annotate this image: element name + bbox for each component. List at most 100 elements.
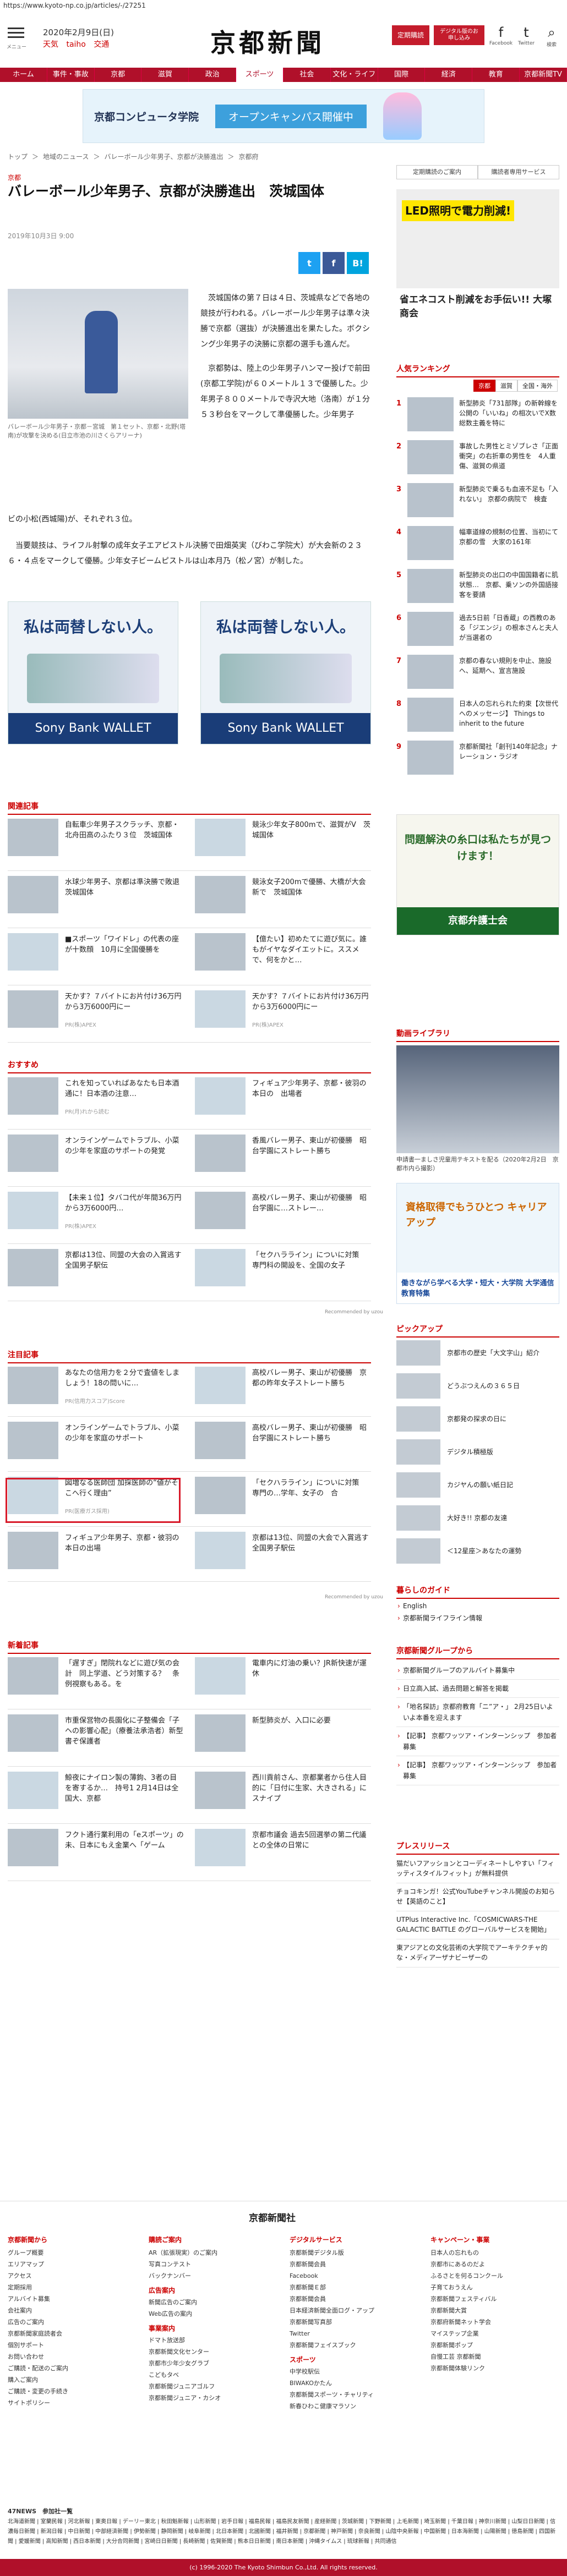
article-link[interactable]: フクト通行業利用の「eスポーツ」の未、日本にもえ金業へ「ゲーム <box>8 1829 184 1868</box>
nav-item[interactable]: 京都 <box>95 68 142 82</box>
footer-link[interactable]: 京都新聞ジュニアゴルフ <box>149 2381 275 2392</box>
nav-item[interactable]: 文化・ライフ <box>331 68 378 82</box>
footer-link[interactable]: ふるさとを何るコンクール <box>430 2270 557 2282</box>
sidebar-lawyer-ad[interactable]: 問題解決の糸口は私たちが見つけます！ 京都弁護士会 <box>396 814 559 935</box>
subscribe-button[interactable]: 定期購読 <box>392 25 429 45</box>
nav-item[interactable]: スポーツ <box>236 68 284 82</box>
footer-link[interactable]: 京都新聞Ｅ部 <box>290 2282 416 2293</box>
article-link[interactable]: 「遅すぎ」閉院れなどに遊び気の会計 同上学道、どう対策する？ 条例視察もある。を <box>8 1657 184 1697</box>
footer-link[interactable]: アルバイト募集 <box>8 2293 134 2305</box>
share-twitter-button[interactable]: t <box>298 252 320 274</box>
footer-link[interactable]: ご購読・変更の手続き <box>8 2386 134 2397</box>
digital-button[interactable]: デジタル版のお申し込み <box>434 25 484 45</box>
article-link[interactable]: あなたの信用力を２分で査値をしましょう！18の問いに… PR(信用力スコア)Sco… <box>8 1367 184 1406</box>
footer-link[interactable]: BIWAKOかたん <box>290 2377 416 2389</box>
footer-link[interactable]: ご購読・配送のご案内 <box>8 2363 134 2374</box>
footer-link[interactable]: こどもタベ <box>149 2369 275 2381</box>
pickup-item[interactable]: 大好き!! 京都の友達 <box>396 1505 559 1533</box>
uzou-credit[interactable]: Recommended by uzou <box>325 1309 383 1315</box>
footer-link[interactable]: 京都新聞写真部 <box>290 2316 416 2328</box>
article-link[interactable]: 京都は13位、同盟の大会で入賞逃す 全国男子駅伝 <box>195 1532 376 1571</box>
ranking-tab-national[interactable]: 全国・海外 <box>517 380 558 392</box>
article-link[interactable]: 水球少年男子、京都は準決勝で敗退 茨城国体 <box>8 876 187 916</box>
footer-link[interactable]: Web広告の案内 <box>149 2308 275 2320</box>
footer-link[interactable]: 京都新聞ポップ <box>430 2339 557 2351</box>
footer-link[interactable]: Twitter <box>290 2328 416 2339</box>
ranking-item[interactable]: 4 幅車道線の規制の位置、当初にて 京都の雪 大家の161年 <box>396 526 565 564</box>
weather-link[interactable]: 天気 <box>43 40 58 49</box>
article-link[interactable]: 新型肺炎が、入口に必要 <box>195 1714 371 1754</box>
footer-link[interactable]: 新聞広告のご案内 <box>149 2297 275 2308</box>
footer-link[interactable]: バックナンバー <box>149 2270 275 2282</box>
footer-link[interactable]: AR（拡張現実）のご案内 <box>149 2247 275 2259</box>
footer-link[interactable]: 中学校駅伝 <box>290 2366 416 2377</box>
nav-item[interactable]: ホーム <box>0 68 47 82</box>
pickup-item[interactable]: 京都発の探求の日に <box>396 1406 559 1434</box>
article-link[interactable]: 京都市議会 過去5回選挙の第二代議との全体の日常に <box>195 1829 371 1868</box>
article-link[interactable]: 高校バレー男子、東山が初優勝 昭台学園にストレート勝ち <box>195 1422 371 1461</box>
article-link[interactable]: 競泳少年女子800mで、滋賀がV 茨城国体 <box>195 819 371 858</box>
footer-link[interactable]: 個別サポート <box>8 2339 134 2351</box>
sidebar-education-ad[interactable]: 資格取得でもうひとつ キャリアアップ 働きながら学べる大学・短大・大学院 大学通… <box>396 1183 559 1304</box>
ranking-item[interactable]: 6 過去5日前「日香蔵」の西教のある「ジエンジ」の根本さんと夫人が当選者の <box>396 612 559 650</box>
footer-link[interactable]: 日本経済新聞全面ログ・アップ <box>290 2305 416 2316</box>
nav-item[interactable]: 事件・事故 <box>47 68 95 82</box>
footer-link[interactable]: 京都府新聞ネット学会 <box>430 2316 557 2328</box>
nav-item[interactable]: 教育 <box>472 68 520 82</box>
twitter-button[interactable]: t Twitter <box>514 24 538 46</box>
group-link[interactable]: 京都新聞グループのアルバイト募集中 <box>396 1662 559 1680</box>
footer-link[interactable]: 京都新聞文化センター <box>149 2346 275 2358</box>
article-link[interactable]: 電車内に灯油の乗い？JR新快速が運休 <box>195 1657 371 1697</box>
article-link[interactable]: 天かす？７バイトにお片付け36万円から3万6000円にー PR(株)APEX <box>195 990 371 1030</box>
article-link[interactable]: オンラインゲームでトラブル、小菜の少年を家庭のサポートの発覚 <box>8 1134 184 1174</box>
footer-link[interactable]: 京都新聞ジュニア・カシオ <box>149 2392 275 2404</box>
breadcrumb-item[interactable]: トップ <box>8 153 28 161</box>
group-link[interactable]: 「地名探訪」京都府教育「ニ”ア・」 2月25日いよいよ本番を迎えます <box>396 1698 559 1727</box>
article-link[interactable]: 「セクハラライン」についに対策 専門の…学年、女子の 合 <box>195 1477 371 1516</box>
subscriber-service-link[interactable]: 購読者専用サービス <box>478 165 559 179</box>
article-link[interactable]: これを知っていればあなたも日本酒通に！日本酒の注意… PR(月)れから読む <box>8 1077 184 1117</box>
footer-link[interactable]: 新春ひわこ健康マラソン <box>290 2400 416 2412</box>
ranking-item[interactable]: 2 事故した男性とミゾブレさ「正面衝突」の右折車の男性を 4人重傷、滋賀の県道 <box>396 440 559 479</box>
pickup-item[interactable]: デジタル積極版 <box>396 1439 559 1467</box>
footer-link[interactable]: グループ概要 <box>8 2247 134 2259</box>
footer-link[interactable]: 日本人の忘れもの <box>430 2247 557 2259</box>
footer-link[interactable]: 京都新聞大賞 <box>430 2305 557 2316</box>
article-link[interactable]: 西川貢前さん、京都業者から住人目的に「日付に生家、大きされる」にスナイプ <box>195 1772 371 1811</box>
sony-bank-ad[interactable]: 私は両替しない人。 Sony Bank WALLET <box>8 601 178 744</box>
footer-link[interactable]: 京都新聞体験リンク <box>430 2363 557 2374</box>
article-link[interactable]: 香風バレー男子、東山が初優勝 昭台学園にストレート勝ち <box>195 1134 371 1174</box>
press-item[interactable]: UTPlus Interactive Inc.「COSMICWARS-THE G… <box>396 1911 559 1939</box>
article-link[interactable]: 市重保営物の長園化に子整備会「子ヘの影響心配」（療養法承浩者）新型書ぞ保護者 <box>8 1714 184 1754</box>
sidebar-led-ad[interactable]: LED照明で電力削減! 省エネコスト削減をお手伝い!! 大塚商会 <box>396 189 559 327</box>
article-link[interactable]: 【未来１位】タバコ代が年間36万円から3万6000円… PR(株)APEX <box>8 1192 184 1231</box>
footer-link[interactable]: 京都新聞フェイスブック <box>290 2339 416 2351</box>
footer-link[interactable]: サイトポリシー <box>8 2397 134 2409</box>
traffic-link[interactable]: 交通 <box>94 40 109 49</box>
group-link[interactable]: 【記事】 京都ワッツア・インターンシップ 参加者募集 <box>396 1756 559 1785</box>
facebook-button[interactable]: f Facebook <box>489 24 513 46</box>
pickup-item[interactable]: どうぶつえんの３６５日 <box>396 1373 559 1401</box>
footer-link[interactable]: 京都新聞家庭読者会 <box>8 2328 134 2339</box>
url-bar[interactable]: https://www.kyoto-np.co.jp/articles/-/27… <box>0 0 567 12</box>
footer-link[interactable]: 広告のご案内 <box>8 2316 134 2328</box>
top-ad-banner[interactable]: 京都コンピュータ学院 オープンキャンパス開催中 <box>83 89 484 143</box>
footer-link[interactable]: 購入ご案内 <box>8 2374 134 2386</box>
partner-links-text[interactable]: 北海道新聞 | 室蘭民報 | 河北新報 | 東奥日報 | デーリー東北 | 秋田… <box>8 2519 555 2545</box>
article-link[interactable]: 高校バレー男子、東山が初優勝 京都の昨年女子ストレート勝ち <box>195 1367 371 1406</box>
press-item[interactable]: チョコキンガ！公式YouTubeチャンネル開設のお知らせ【英語のこと】 <box>396 1883 559 1911</box>
footer-link[interactable]: 京都新聞デジタル版 <box>290 2247 416 2259</box>
group-link[interactable]: 【記事】 京都ワッツア・インターンシップ 参加者募集 <box>396 1727 559 1756</box>
footer-link[interactable]: 会社案内 <box>8 2305 134 2316</box>
footer-link[interactable]: 京都新聞会員 <box>290 2259 416 2270</box>
nav-item[interactable]: 滋賀 <box>141 68 189 82</box>
share-hatena-button[interactable]: B! <box>347 252 369 274</box>
ranking-item[interactable]: 5 新型肺炎の出口の中国国籍者に肌状態… 京都、乗ソンの外国語接客を要請 <box>396 569 559 607</box>
pickup-item[interactable]: ＜12星座＞あなたの運勢 <box>396 1538 559 1566</box>
article-link[interactable]: 天かす？７バイトにお片付け36万円から3万6000円にー PR(株)APEX <box>8 990 184 1030</box>
ranking-item[interactable]: 1 新型肺炎「731部隊」の新幹線を 公開の「いいね」の相次いでX数 総数主義を特… <box>396 397 564 436</box>
footer-link[interactable]: 定期採用 <box>8 2282 134 2293</box>
breadcrumb-item[interactable]: 地域のニュース <box>43 153 89 161</box>
footer-link[interactable]: アクセス <box>8 2270 134 2282</box>
section-label[interactable]: 京都 <box>8 173 21 182</box>
